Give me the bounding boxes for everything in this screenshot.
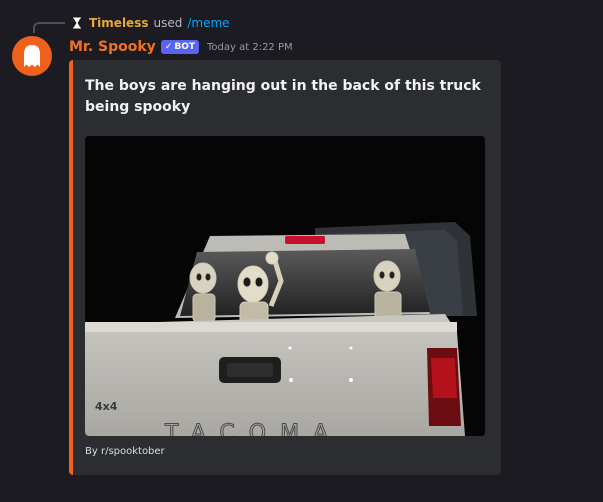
skeleton-truck-photo: 4x4 TACOMA — [85, 136, 485, 436]
bot-badge: ✓ BOT — [160, 40, 200, 54]
bot-badge-label: BOT — [174, 42, 196, 52]
message-header: Mr. Spooky ✓ BOT Today at 2:22 PM — [69, 37, 293, 57]
embed-title: The boys are hanging out in the back of … — [85, 78, 481, 115]
badge-4x4: 4x4 — [95, 400, 118, 413]
message-timestamp[interactable]: Today at 2:22 PM — [207, 42, 293, 53]
embed-image[interactable]: 4x4 TACOMA — [85, 136, 485, 436]
avatar[interactable] — [12, 36, 52, 76]
reply-username[interactable]: Timeless — [89, 16, 148, 30]
check-icon: ✓ — [164, 42, 173, 52]
embed-footer: By r/spooktober — [85, 446, 165, 457]
reply-used-text: used — [153, 16, 183, 30]
tailgate-brand: TACOMA — [164, 421, 342, 436]
hourglass-icon — [70, 16, 84, 30]
reply-command[interactable]: /meme — [187, 16, 229, 30]
reply-reference[interactable]: Timeless used /meme — [70, 14, 230, 32]
reply-spine — [33, 22, 65, 33]
ghost-icon — [24, 45, 40, 67]
embed-card: The boys are hanging out in the back of … — [69, 60, 501, 475]
author-name[interactable]: Mr. Spooky — [69, 39, 156, 55]
